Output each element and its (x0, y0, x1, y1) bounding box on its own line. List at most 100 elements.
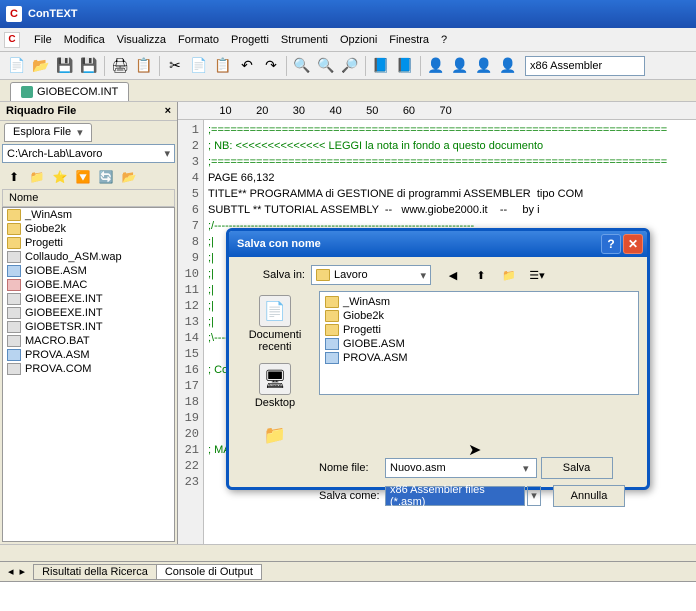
close-icon[interactable]: ✕ (623, 234, 643, 254)
close-icon[interactable]: × (165, 105, 171, 117)
sidebar-more[interactable]: 📁 (237, 415, 313, 457)
tab-output-console[interactable]: Console di Output (156, 564, 262, 580)
menu-edit[interactable]: Modifica (58, 32, 111, 48)
tab-search-results[interactable]: Risultati della Ricerca (33, 564, 157, 580)
file-icon (7, 209, 21, 221)
list-item[interactable]: _WinAsm (323, 295, 635, 309)
save-all-icon[interactable]: 💾 (78, 55, 100, 77)
undo-icon[interactable]: ↶ (236, 55, 258, 77)
list-item[interactable]: Progetti (323, 323, 635, 337)
dialog-file-list[interactable]: _WinAsmGiobe2kProgettiGIOBE.ASMPROVA.ASM (319, 291, 639, 395)
dialog-title: Salva con nome (237, 238, 321, 250)
file-icon (7, 321, 21, 333)
list-item[interactable]: Giobe2k (3, 222, 174, 236)
save-icon[interactable]: 💾 (54, 55, 76, 77)
file-icon (325, 324, 339, 336)
up-icon[interactable]: ⬆ (4, 167, 24, 187)
chevron-down-icon[interactable]: ▾ (527, 486, 541, 506)
user2-icon[interactable]: 👤 (449, 55, 471, 77)
chevron-left-icon[interactable]: ◂ (8, 565, 14, 578)
list-item[interactable]: Giobe2k (323, 309, 635, 323)
chevron-down-icon[interactable]: ▾ (420, 269, 426, 282)
file-icon (7, 307, 21, 319)
menu-help[interactable]: ? (435, 32, 453, 48)
new-folder-icon[interactable]: 📁 (499, 265, 519, 285)
user1-icon[interactable]: 👤 (425, 55, 447, 77)
new-file-icon[interactable]: 📄 (6, 55, 28, 77)
list-item[interactable]: GIOBEEXE.INT (3, 306, 174, 320)
file-icon (7, 223, 21, 235)
save-button[interactable]: Salva (541, 457, 613, 479)
help-icon[interactable]: ? (601, 234, 621, 254)
view-icon[interactable]: ☰▾ (527, 265, 547, 285)
sidebar-desktop[interactable]: 🖥 Desktop (237, 359, 313, 413)
chevron-right-icon[interactable]: ▸ (20, 565, 26, 578)
documents-icon: 📁 (259, 419, 291, 451)
find-next-icon[interactable]: 🔍 (315, 55, 337, 77)
list-item[interactable]: GIOBE.ASM (323, 337, 635, 351)
menu-file[interactable]: File (28, 32, 58, 48)
list-item[interactable]: PROVA.ASM (323, 351, 635, 365)
refresh-icon[interactable]: 🔄 (96, 167, 116, 187)
folder-icon[interactable]: 📁 (27, 167, 47, 187)
favorite-icon[interactable]: ⭐ (50, 167, 70, 187)
sidebar-recent[interactable]: 📄 Documenti recenti (237, 291, 313, 357)
cancel-button[interactable]: Annulla (553, 485, 625, 507)
list-item[interactable]: GIOBETSR.INT (3, 320, 174, 334)
find-icon[interactable]: 🔍 (291, 55, 313, 77)
panel-header: Riquadro File × (0, 102, 177, 121)
bookmark-next-icon[interactable]: 📘 (394, 55, 416, 77)
list-item[interactable]: _WinAsm (3, 208, 174, 222)
save-in-label: Salva in: (237, 269, 311, 281)
list-item[interactable]: GIOBE.ASM (3, 264, 174, 278)
preview-icon[interactable]: 📋 (133, 55, 155, 77)
chevron-down-icon[interactable]: ▾ (164, 147, 170, 160)
list-item[interactable]: GIOBEEXE.INT (3, 292, 174, 306)
panel-toolbar: ⬆ 📁 ⭐ 🔽 🔄 📂 (0, 165, 177, 189)
replace-icon[interactable]: 🔎 (339, 55, 361, 77)
redo-icon[interactable]: ↷ (260, 55, 282, 77)
menu-format[interactable]: Formato (172, 32, 225, 48)
user3-icon[interactable]: 👤 (473, 55, 495, 77)
app-menu-icon[interactable]: C (4, 32, 20, 48)
list-item[interactable]: GIOBE.MAC (3, 278, 174, 292)
bookmark-icon[interactable]: 📘 (370, 55, 392, 77)
cut-icon[interactable]: ✂ (164, 55, 186, 77)
menu-projects[interactable]: Progetti (225, 32, 275, 48)
open-icon[interactable]: 📂 (30, 55, 52, 77)
toolbar: 📄 📂 💾 💾 🖨 📋 ✂ 📄 📋 ↶ ↷ 🔍 🔍 🔎 📘 📘 👤 👤 👤 👤 (0, 52, 696, 80)
filename-input[interactable] (385, 458, 537, 478)
path-field[interactable]: C:\Arch-Lab\Lavoro ▾ (2, 144, 175, 163)
file-list: _WinAsmGiobe2kProgettiCollaudo_ASM.wapGI… (2, 207, 175, 542)
list-item[interactable]: Progetti (3, 236, 174, 250)
file-icon (325, 296, 339, 308)
saveas-select[interactable]: x86 Assembler files (*.asm) (385, 486, 525, 506)
menu-options[interactable]: Opzioni (334, 32, 383, 48)
back-icon[interactable]: ◀ (443, 265, 463, 285)
highlighter-select[interactable] (525, 56, 645, 76)
save-in-select[interactable]: Lavoro ▾ (311, 265, 431, 285)
explorer-icon[interactable]: 📂 (119, 167, 139, 187)
list-item[interactable]: PROVA.COM (3, 362, 174, 376)
print-icon[interactable]: 🖨 (109, 55, 131, 77)
panel-tab[interactable]: Esplora File ▾ (4, 123, 92, 142)
chevron-down-icon[interactable]: ▾ (523, 462, 529, 475)
window-title: ConTEXT (28, 8, 78, 20)
list-item[interactable]: PROVA.ASM (3, 348, 174, 362)
user4-icon[interactable]: 👤 (497, 55, 519, 77)
filter-icon[interactable]: 🔽 (73, 167, 93, 187)
column-header[interactable]: Nome (2, 189, 175, 207)
paste-icon[interactable]: 📋 (212, 55, 234, 77)
menu-tools[interactable]: Strumenti (275, 32, 334, 48)
chevron-down-icon[interactable]: ▾ (77, 126, 83, 139)
window-titlebar: C ConTEXT (0, 0, 696, 28)
menu-window[interactable]: Finestra (383, 32, 435, 48)
h-scrollbar[interactable] (0, 544, 696, 561)
copy-icon[interactable]: 📄 (188, 55, 210, 77)
list-item[interactable]: MACRO.BAT (3, 334, 174, 348)
menu-view[interactable]: Visualizza (111, 32, 172, 48)
file-tab[interactable]: GIOBECOM.INT (10, 82, 129, 101)
file-tab-icon (21, 86, 33, 98)
list-item[interactable]: Collaudo_ASM.wap (3, 250, 174, 264)
up-icon[interactable]: ⬆ (471, 265, 491, 285)
